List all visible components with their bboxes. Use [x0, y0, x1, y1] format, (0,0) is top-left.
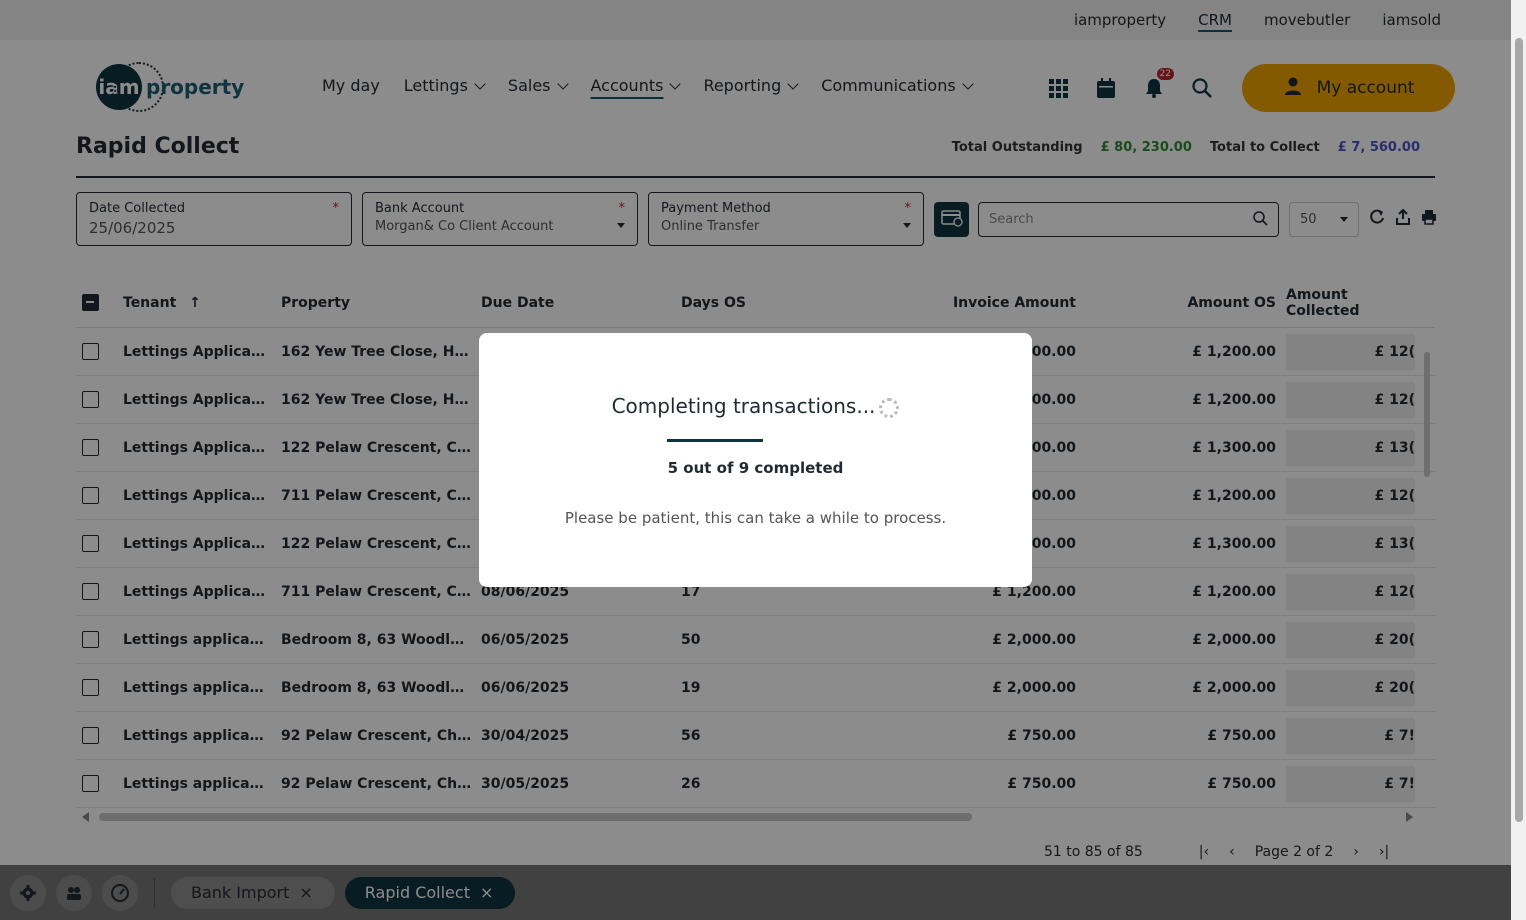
dialog-title: Completing transactions... — [611, 394, 876, 418]
logo-text: property — [146, 75, 245, 99]
loading-spinner-icon — [879, 397, 900, 418]
progress-count: 5 out of 9 completed — [667, 459, 844, 477]
progress-bar — [667, 439, 763, 442]
page-scrollbar[interactable] — [1511, 0, 1526, 920]
scroll-thumb[interactable] — [1515, 38, 1523, 822]
progress-dialog: Completing transactions... 5 out of 9 co… — [479, 333, 1032, 587]
dialog-title-row: Completing transactions... — [479, 394, 1032, 418]
modal-backdrop: Completing transactions... 5 out of 9 co… — [0, 0, 1511, 920]
progress-note: Please be patient, this can take a while… — [564, 509, 947, 527]
